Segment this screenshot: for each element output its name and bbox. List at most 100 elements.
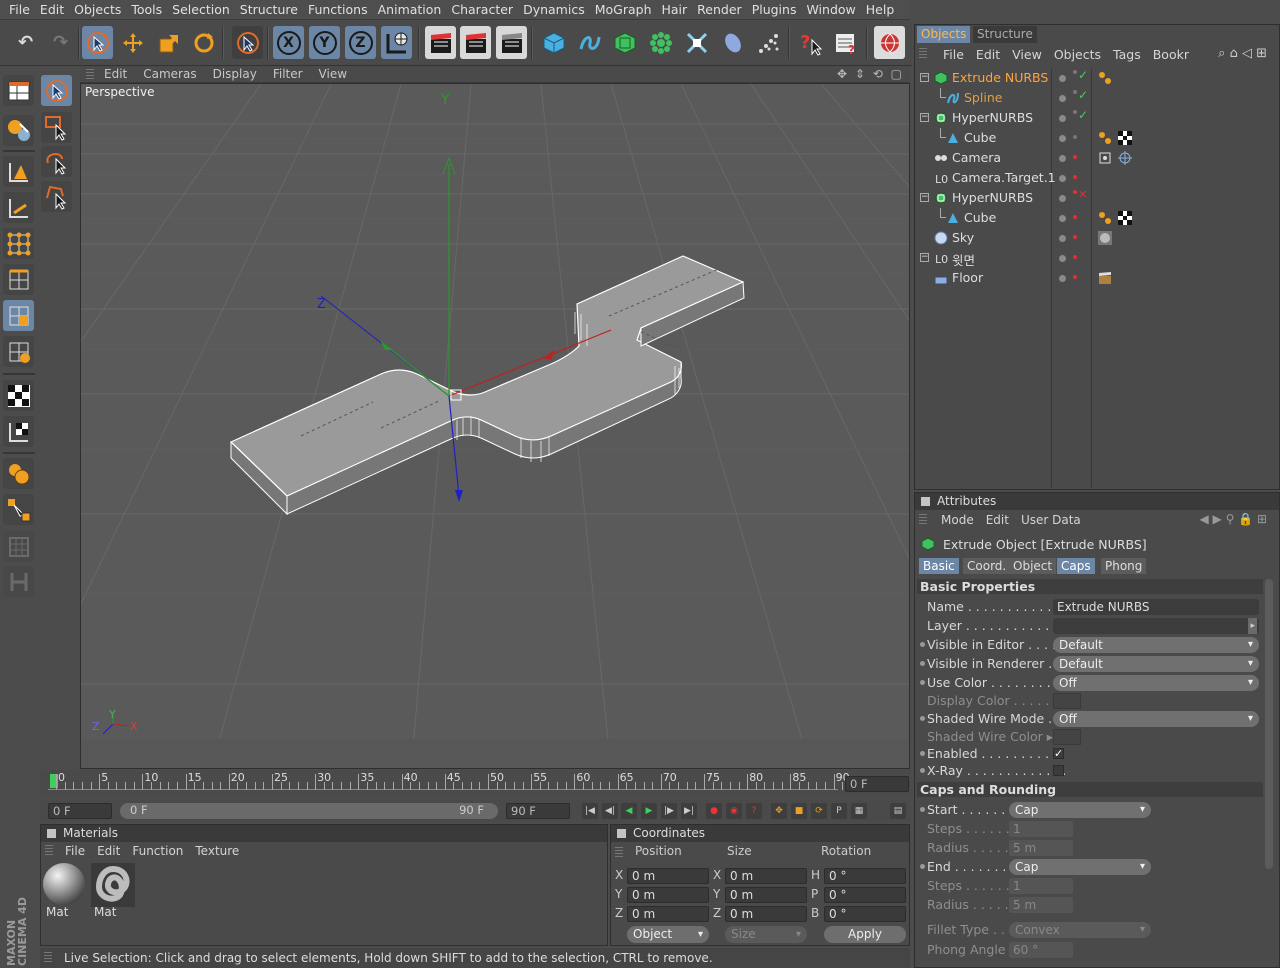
menu-item-character[interactable]: Character bbox=[446, 2, 518, 17]
materials-menu-function[interactable]: Function bbox=[126, 844, 189, 858]
object-row[interactable]: Floor bbox=[918, 268, 1278, 288]
viewport-nav-icons[interactable]: ✥ ⇕ ⟲ ▢ bbox=[837, 67, 904, 81]
objects-menu-tags[interactable]: Tags bbox=[1107, 47, 1147, 62]
editor-visibility-dot[interactable] bbox=[1059, 115, 1066, 122]
phong-tag-icon[interactable] bbox=[1098, 71, 1112, 85]
objects-menu-bookmarks[interactable]: Bookr bbox=[1147, 47, 1195, 62]
keyframe-selection-button[interactable]: ? bbox=[746, 803, 762, 819]
menu-item-window[interactable]: Window bbox=[801, 2, 860, 17]
visible-in-renderer-dropdown[interactable]: Default bbox=[1053, 656, 1259, 672]
menu-item-animation[interactable]: Animation bbox=[373, 2, 447, 17]
edges-mode-button[interactable] bbox=[3, 264, 34, 295]
tab-objects[interactable]: Objects bbox=[917, 26, 971, 43]
search-icon[interactable]: ⌕ ⌂ ◁ ⊞ bbox=[1212, 46, 1273, 61]
tab-basic[interactable]: Basic bbox=[919, 558, 959, 574]
rotate-button[interactable] bbox=[188, 26, 219, 59]
tab-coord[interactable]: Coord. bbox=[963, 558, 1011, 574]
y-axis-lock-button[interactable]: Y bbox=[309, 26, 340, 59]
texture-mode-button[interactable] bbox=[3, 380, 34, 411]
model-mode-button[interactable] bbox=[3, 115, 34, 146]
enabled-check-icon[interactable]: ✓ bbox=[1078, 108, 1088, 122]
render-visibility-dot[interactable] bbox=[1073, 215, 1077, 219]
object-row[interactable]: − Extrude NURBS ✓ bbox=[918, 68, 1278, 88]
enabled-check-icon[interactable]: ✓ bbox=[1078, 88, 1088, 102]
render-visibility-dot[interactable] bbox=[1073, 110, 1077, 114]
menu-item-selection[interactable]: Selection bbox=[167, 2, 235, 17]
objects-menu-edit[interactable]: Edit bbox=[970, 47, 1006, 62]
object-row[interactable]: − HyperNURBS ✕ bbox=[918, 188, 1278, 208]
select-tool-button[interactable] bbox=[41, 75, 72, 106]
coordinate-system-button[interactable] bbox=[381, 26, 412, 59]
editor-visibility-dot[interactable] bbox=[1059, 135, 1066, 142]
target-tag-icon[interactable] bbox=[1118, 151, 1132, 165]
menu-item-plugins[interactable]: Plugins bbox=[747, 2, 802, 17]
clapper-tag-icon[interactable] bbox=[1098, 271, 1112, 285]
shaded-wire-mode-dropdown[interactable]: Off bbox=[1053, 711, 1259, 727]
tab-caps[interactable]: Caps bbox=[1057, 558, 1095, 574]
menu-item-render[interactable]: Render bbox=[692, 2, 747, 17]
apply-button[interactable]: Apply bbox=[824, 926, 906, 943]
axis-mode-button[interactable] bbox=[3, 192, 34, 223]
render-visibility-dot[interactable] bbox=[1073, 235, 1077, 239]
object-row[interactable]: L0 Camera.Target.1 bbox=[918, 168, 1278, 188]
size-field[interactable]: 0 m bbox=[725, 906, 807, 922]
render-visibility-dot[interactable] bbox=[1073, 175, 1077, 179]
texture-axis-button[interactable] bbox=[3, 416, 34, 447]
recent-tool-button[interactable] bbox=[232, 26, 263, 59]
expand-toggle[interactable]: − bbox=[920, 73, 929, 82]
editor-visibility-dot[interactable] bbox=[1059, 195, 1066, 202]
end-cap-dropdown[interactable]: Cap bbox=[1009, 859, 1151, 875]
grid-snap-button[interactable] bbox=[3, 566, 34, 597]
display-color-swatch[interactable] bbox=[1053, 693, 1081, 709]
timeline[interactable]: 0 5 10 15 20 25 30 35 40 45 50 55 60 65 70 75 80 85 90 0 F bbox=[40, 770, 910, 795]
xray-checkbox[interactable] bbox=[1053, 765, 1064, 776]
editor-visibility-dot[interactable] bbox=[1059, 95, 1066, 102]
key-rotation-button[interactable]: ⟳ bbox=[811, 803, 827, 819]
add-particles-button[interactable] bbox=[753, 26, 784, 59]
materials-menu-edit[interactable]: Edit bbox=[91, 844, 126, 858]
render-queue-button[interactable]: ? bbox=[831, 26, 862, 59]
frame-range-slider[interactable]: 0 F 90 F bbox=[120, 803, 498, 819]
start-radius-field[interactable]: 5 m bbox=[1009, 840, 1073, 856]
phong-tag-icon[interactable] bbox=[1098, 131, 1112, 145]
object-row[interactable]: Cube bbox=[918, 128, 1278, 148]
previous-key-button[interactable]: ◀| bbox=[602, 803, 618, 819]
points-mode-button[interactable] bbox=[3, 228, 34, 259]
object-row[interactable]: Cube bbox=[918, 208, 1278, 228]
object-mode-button[interactable] bbox=[3, 336, 34, 367]
viewport-menu-edit[interactable]: Edit bbox=[96, 67, 135, 81]
editor-visibility-dot[interactable] bbox=[1059, 155, 1066, 162]
use-color-dropdown[interactable]: Off bbox=[1053, 675, 1259, 691]
current-frame-field[interactable]: 0 F bbox=[845, 776, 909, 792]
viewport-menu-display[interactable]: Display bbox=[205, 67, 265, 81]
menu-item-hair[interactable]: Hair bbox=[657, 2, 693, 17]
expand-toggle[interactable]: − bbox=[920, 193, 929, 202]
editor-visibility-dot[interactable] bbox=[1059, 75, 1066, 82]
object-row[interactable]: Spline ✓ bbox=[918, 88, 1278, 108]
objects-menu-file[interactable]: File bbox=[937, 47, 970, 62]
material-swatch[interactable]: Mat bbox=[91, 863, 135, 919]
next-key-button[interactable]: |▶ bbox=[661, 803, 677, 819]
object-row[interactable]: − HyperNURBS ✓ bbox=[918, 108, 1278, 128]
tab-phong[interactable]: Phong bbox=[1101, 558, 1147, 574]
name-field[interactable]: Extrude NURBS bbox=[1053, 599, 1259, 615]
materials-menu-texture[interactable]: Texture bbox=[189, 844, 245, 858]
position-field[interactable]: 0 m bbox=[627, 887, 709, 903]
start-cap-dropdown[interactable]: Cap bbox=[1009, 802, 1151, 818]
coordinate-mode-dropdown[interactable]: Object ▾ bbox=[627, 926, 709, 943]
add-nurbs-button[interactable] bbox=[609, 26, 640, 59]
object-row[interactable]: − L0 윗면 bbox=[918, 248, 1278, 268]
web-button[interactable] bbox=[874, 26, 905, 59]
tweak-mode-button[interactable] bbox=[3, 494, 34, 525]
layer-field[interactable]: ▸ bbox=[1053, 618, 1259, 634]
viewport-menu-filter[interactable]: Filter bbox=[265, 67, 311, 81]
phong-tag-icon[interactable] bbox=[1098, 211, 1112, 225]
menu-item-mograph[interactable]: MoGraph bbox=[590, 2, 657, 17]
live-selection-button[interactable] bbox=[82, 26, 113, 59]
menu-item-file[interactable]: File bbox=[4, 2, 35, 17]
play-backward-button[interactable]: ◀ bbox=[621, 803, 637, 819]
key-parameter-button[interactable]: P bbox=[831, 803, 847, 819]
position-field[interactable]: 0 m bbox=[627, 868, 709, 884]
autokey-button[interactable]: ◉ bbox=[726, 803, 742, 819]
tab-object[interactable]: Object bbox=[1009, 558, 1057, 574]
